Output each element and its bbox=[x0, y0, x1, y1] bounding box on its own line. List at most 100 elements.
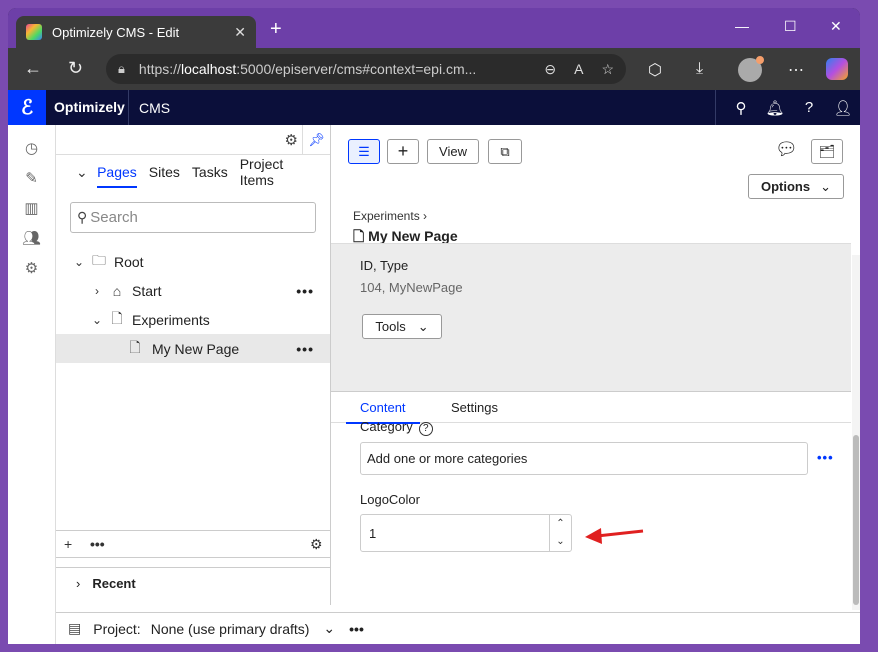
editor-toolbar: ☰ + View ⧉ 💬︎ 🗂︎ Options ⌄ bbox=[331, 125, 860, 211]
maximize-button[interactable]: ☐ bbox=[784, 18, 797, 35]
info-value: 104, MyNewPage bbox=[360, 280, 463, 295]
product-name[interactable]: CMS bbox=[128, 90, 170, 125]
chevron-down-icon: ⌄ bbox=[820, 178, 831, 194]
project-label: Project: bbox=[93, 620, 141, 637]
logocolor-value: 1 bbox=[369, 526, 377, 541]
editor-scrollbar[interactable] bbox=[852, 255, 860, 610]
annotation-arrow-icon bbox=[585, 528, 644, 544]
expand-chevron-icon[interactable]: › bbox=[88, 284, 106, 298]
expand-chevron-icon[interactable]: › bbox=[76, 576, 80, 591]
comments-icon[interactable]: 💬︎ bbox=[775, 139, 798, 160]
more-menu-icon[interactable]: ⋯ bbox=[788, 60, 804, 80]
browser-tab[interactable]: Optimizely CMS - Edit ✕ bbox=[16, 16, 256, 48]
editor-main: ☰ + View ⧉ 💬︎ 🗂︎ Options ⌄ Experiments ›… bbox=[331, 125, 860, 612]
tools-button[interactable]: Tools ⌄ bbox=[362, 314, 442, 339]
collapse-chevron-icon[interactable]: ⌄ bbox=[76, 164, 97, 181]
profile-avatar[interactable] bbox=[738, 56, 764, 82]
list-view-icon: ☰ bbox=[358, 143, 370, 159]
page-icon: 🗋︎ bbox=[353, 228, 365, 244]
browser-window: Optimizely CMS - Edit ✕ + — ☐ ✕ ← ↻ 🔒︎ h… bbox=[8, 8, 860, 644]
project-bar: ▤ Project: None (use primary drafts) ⌄ •… bbox=[56, 612, 860, 644]
cms-app: ℰ Optimizely CMS ⚲ 🔔︎ ? 👤︎ ◷ ✎ ▥ 👥︎ ⚙ ⚙ … bbox=[8, 90, 860, 644]
node-menu-icon[interactable]: ••• bbox=[296, 341, 314, 357]
view-button[interactable]: View bbox=[427, 139, 479, 164]
home-icon: ⌂ bbox=[112, 282, 122, 299]
more-icon[interactable]: ••• bbox=[90, 536, 105, 552]
favorite-star-icon[interactable]: ☆ bbox=[601, 61, 614, 78]
address-bar[interactable]: 🔒︎ https://localhost:5000/episerver/cms#… bbox=[106, 54, 626, 84]
node-menu-icon[interactable]: ••• bbox=[296, 283, 314, 299]
minimize-button[interactable]: — bbox=[735, 18, 749, 34]
new-tab-button[interactable]: + bbox=[270, 18, 282, 41]
tab-close-icon[interactable]: ✕ bbox=[234, 24, 246, 41]
info-label: ID, Type bbox=[360, 258, 409, 273]
tree-node-my-new-page[interactable]: 🗋︎ My New Page ••• bbox=[56, 334, 330, 363]
project-select[interactable]: None (use primary drafts) bbox=[151, 621, 310, 637]
chevron-down-icon: ⌄ bbox=[417, 318, 429, 334]
refresh-icon[interactable]: ↻ bbox=[68, 58, 83, 79]
add-button[interactable]: + bbox=[387, 139, 419, 164]
pane-settings-gear-icon[interactable]: ⚙ bbox=[285, 131, 298, 149]
expand-chevron-icon[interactable]: ⌄ bbox=[88, 313, 106, 327]
title-bar: Optimizely CMS - Edit ✕ + — ☐ ✕ bbox=[8, 8, 860, 48]
browser-toolbar: ← ↻ 🔒︎ https://localhost:5000/episerver/… bbox=[8, 48, 860, 90]
copilot-icon[interactable] bbox=[826, 58, 848, 80]
footer-gear-icon[interactable]: ⚙ bbox=[310, 536, 323, 553]
logocolor-label: LogoColor bbox=[360, 492, 420, 507]
global-search-icon[interactable]: ⚲ bbox=[724, 99, 758, 117]
project-menu-icon[interactable]: ••• bbox=[349, 621, 364, 637]
add-icon[interactable]: + bbox=[64, 536, 72, 552]
edit-icon[interactable]: ✎ bbox=[8, 169, 55, 187]
user-icon[interactable]: 👤︎ bbox=[826, 99, 860, 117]
tree-node-experiments[interactable]: ⌄ 🗋︎ Experiments bbox=[56, 305, 330, 334]
compare-icon: ⧉ bbox=[500, 143, 510, 159]
project-dropdown-chevron-icon[interactable]: ⌄ bbox=[323, 620, 335, 637]
scrollbar-thumb[interactable] bbox=[853, 435, 859, 605]
dashboard-icon[interactable]: ◷ bbox=[8, 139, 55, 157]
spin-down-icon[interactable]: ⌄ bbox=[550, 533, 571, 551]
logocolor-number-input[interactable]: 1 ⌃ ⌄ bbox=[360, 514, 572, 552]
recent-section[interactable]: › Recent bbox=[56, 567, 331, 599]
lock-icon[interactable]: 🔒︎ bbox=[118, 61, 125, 77]
downloads-icon[interactable]: ⤓ bbox=[696, 60, 703, 78]
tab-title: Optimizely CMS - Edit bbox=[52, 24, 180, 40]
tab-project-items[interactable]: Project Items bbox=[240, 156, 318, 188]
tab-tasks[interactable]: Tasks bbox=[192, 164, 228, 180]
back-icon[interactable]: ← bbox=[24, 58, 42, 79]
assets-pane-button[interactable]: 🗂︎ bbox=[811, 139, 843, 164]
all-properties-view-button[interactable]: ☰ bbox=[348, 139, 380, 164]
tab-sites[interactable]: Sites bbox=[149, 164, 180, 180]
options-button[interactable]: Options ⌄ bbox=[748, 174, 844, 199]
breadcrumb-parent[interactable]: Experiments › bbox=[353, 209, 458, 223]
search-icon: ⚲ bbox=[77, 209, 88, 225]
tab-pages[interactable]: Pages bbox=[97, 164, 137, 188]
settings-icon[interactable]: ⚙ bbox=[8, 259, 55, 277]
page-tree: ⌄ 🗀︎ Root › ⌂ Start ••• ⌄ 🗋︎ Experiments… bbox=[56, 247, 330, 363]
page-icon: 🗋︎ bbox=[111, 309, 123, 326]
reports-icon[interactable]: ▥ bbox=[8, 199, 55, 217]
help-icon[interactable]: ? bbox=[418, 422, 433, 436]
extensions-icon[interactable]: ⬡ bbox=[648, 60, 662, 80]
tab-settings[interactable]: Settings bbox=[451, 400, 498, 415]
spin-up-icon[interactable]: ⌃ bbox=[550, 515, 571, 533]
notifications-bell-icon[interactable]: 🔔︎ bbox=[758, 99, 792, 117]
left-rail: ◷ ✎ ▥ 👥︎ ⚙ bbox=[8, 125, 56, 644]
optimizely-favicon-icon bbox=[26, 24, 42, 40]
help-icon[interactable]: ? bbox=[792, 99, 826, 116]
category-field[interactable]: Add one or more categories bbox=[360, 442, 808, 475]
read-aloud-icon[interactable]: A bbox=[574, 61, 583, 78]
optimizely-logo-icon[interactable]: ℰ bbox=[8, 90, 46, 125]
category-more-icon[interactable]: ••• bbox=[817, 450, 834, 465]
zoom-icon[interactable]: ⊖ bbox=[544, 61, 556, 78]
pin-icon[interactable]: 📌︎ bbox=[302, 125, 330, 155]
tree-node-start[interactable]: › ⌂ Start ••• bbox=[56, 276, 330, 305]
close-window-button[interactable]: ✕ bbox=[830, 18, 842, 35]
page-tree-search-input[interactable]: ⚲ Search bbox=[70, 202, 316, 233]
expand-chevron-icon[interactable]: ⌄ bbox=[70, 255, 88, 269]
folders-icon: 🗂︎ bbox=[818, 143, 836, 159]
cms-header: ℰ Optimizely CMS ⚲ 🔔︎ ? 👤︎ bbox=[8, 90, 860, 125]
visitors-icon[interactable]: 👥︎ bbox=[8, 229, 55, 247]
compare-button[interactable]: ⧉ bbox=[488, 139, 522, 164]
number-spinner: ⌃ ⌄ bbox=[549, 515, 571, 551]
tree-node-root[interactable]: ⌄ 🗀︎ Root bbox=[56, 247, 330, 276]
